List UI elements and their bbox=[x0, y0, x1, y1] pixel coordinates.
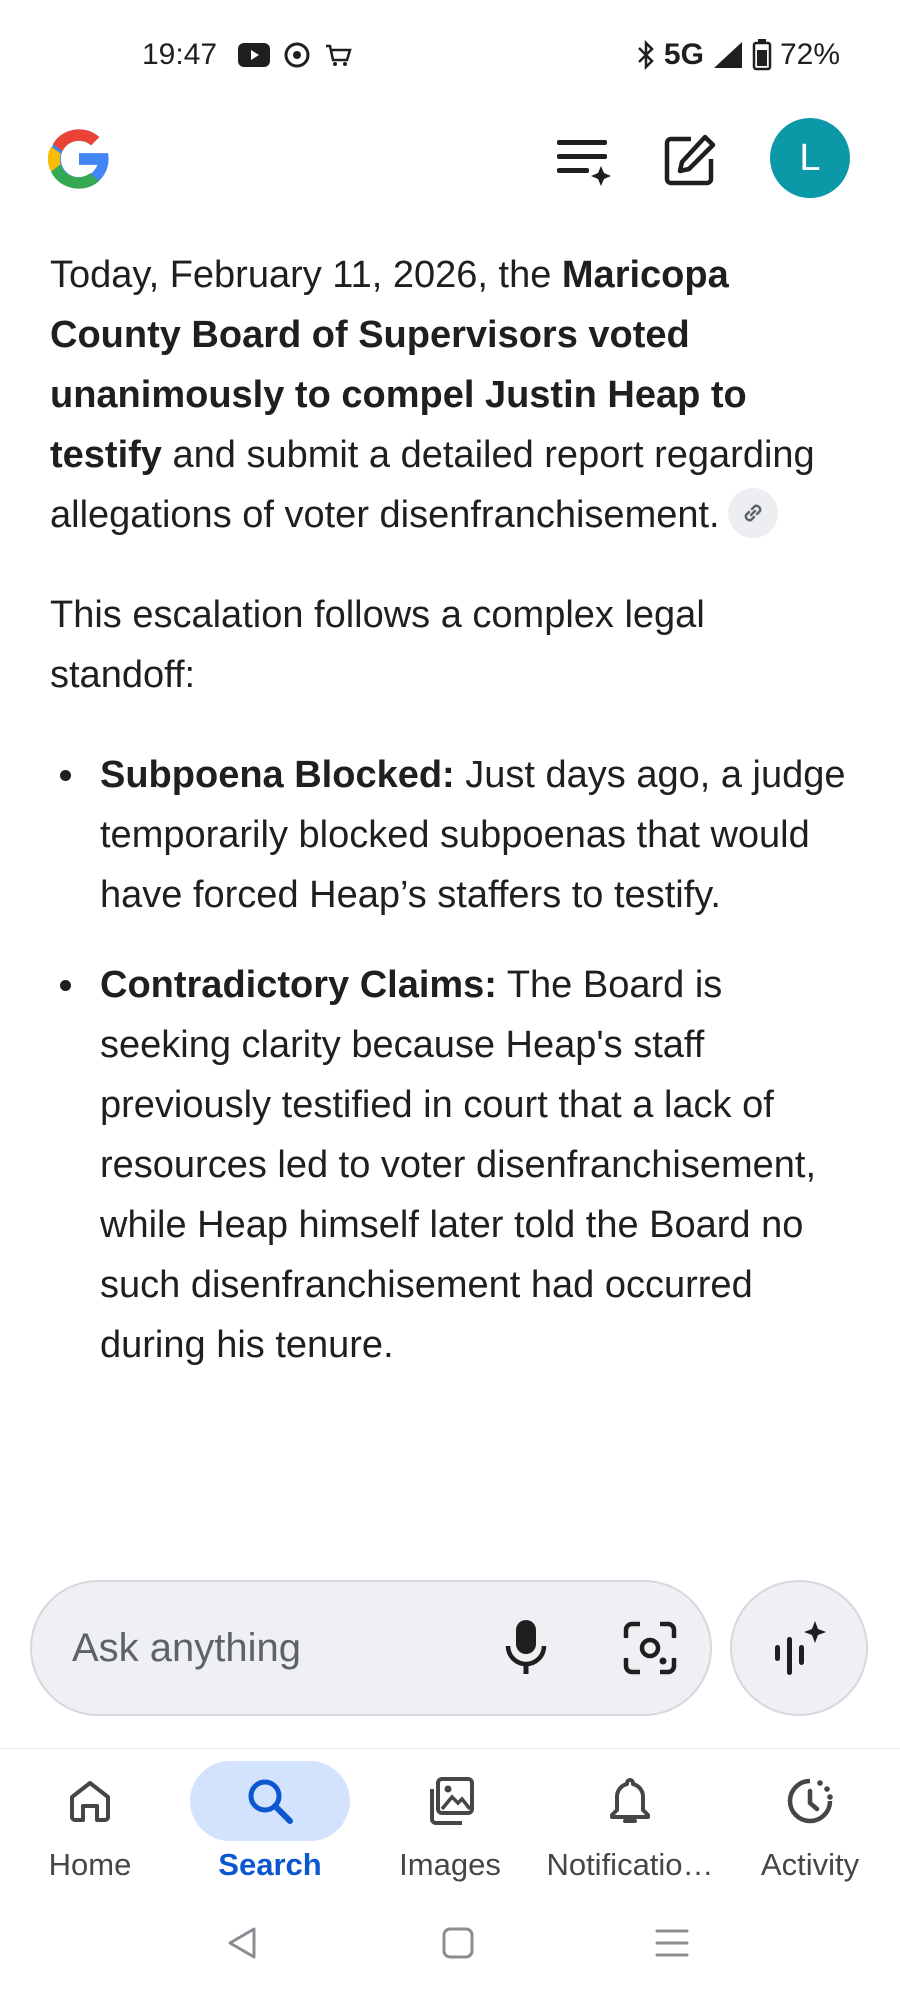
avatar[interactable]: L bbox=[770, 118, 850, 198]
network-type: 5G bbox=[663, 38, 704, 71]
images-icon bbox=[430, 1777, 474, 1825]
edit-icon bbox=[664, 134, 716, 186]
ask-placeholder: Ask anything bbox=[72, 1626, 302, 1670]
app-bar: L bbox=[0, 110, 900, 210]
ai-response: Today, February 11, 2026, the Maricopa C… bbox=[50, 245, 850, 1405]
google-logo-icon[interactable] bbox=[40, 120, 118, 198]
home-icon bbox=[70, 1781, 110, 1822]
nav-item-home[interactable]: Home bbox=[0, 1749, 180, 1883]
voice-search-button[interactable] bbox=[502, 1616, 550, 1685]
signal-icon bbox=[713, 42, 742, 68]
youtube-icon bbox=[238, 43, 270, 67]
nav-icon-wrap bbox=[10, 1761, 170, 1841]
notification-icons bbox=[238, 42, 352, 68]
queue-sparkle-button[interactable] bbox=[552, 128, 616, 192]
link-icon bbox=[744, 504, 762, 522]
nav-label-activity: Activity bbox=[760, 1847, 860, 1882]
sparkle-voice-icon bbox=[775, 1621, 826, 1675]
nav-label-home: Home bbox=[48, 1847, 132, 1882]
nav-item-notifications[interactable]: Notificatio… bbox=[540, 1749, 720, 1883]
nav-item-images[interactable]: Images bbox=[360, 1749, 540, 1883]
nav-item-search[interactable]: Search bbox=[180, 1749, 360, 1883]
ask-input[interactable]: Ask anything bbox=[30, 1580, 712, 1716]
bullet-dot bbox=[60, 770, 71, 781]
status-time: 19:47 bbox=[142, 38, 218, 71]
bullet-title: Subpoena Blocked: bbox=[100, 754, 455, 796]
nav-icon-wrap bbox=[190, 1761, 350, 1841]
summary-paragraph: Today, February 11, 2026, the Maricopa C… bbox=[50, 245, 850, 545]
list-item: Subpoena Blocked: Just days ago, a judge… bbox=[50, 745, 850, 925]
bottom-nav: Home Search Images Notificatio… Activity bbox=[0, 1748, 900, 1899]
intro-paragraph: This escalation follows a complex legal … bbox=[50, 594, 705, 696]
summary-text-end: and submit a detailed report regarding a… bbox=[50, 434, 815, 536]
bullet-dot bbox=[60, 980, 71, 991]
bullet-list: Subpoena Blocked: Just days ago, a judge… bbox=[50, 745, 850, 1375]
nav-icon-wrap bbox=[730, 1761, 890, 1841]
nav-label-search: Search bbox=[218, 1847, 322, 1882]
lens-icon bbox=[623, 1621, 677, 1675]
list-sparkle-icon bbox=[557, 140, 611, 186]
avatar-letter: L bbox=[799, 136, 821, 179]
source-link-button[interactable] bbox=[727, 487, 778, 538]
recents-button[interactable] bbox=[654, 1925, 690, 1966]
microphone-icon bbox=[505, 1620, 547, 1674]
bluetooth-icon bbox=[638, 40, 654, 70]
nav-item-activity[interactable]: Activity bbox=[720, 1749, 900, 1883]
summary-text-start: Today, February 11, 2026, the bbox=[50, 254, 562, 296]
ai-mode-button[interactable] bbox=[730, 1580, 868, 1716]
status-right: 5G 72% bbox=[636, 38, 840, 72]
square-icon bbox=[442, 1927, 474, 1959]
battery-percent: 72% bbox=[779, 38, 840, 71]
camera-app-icon bbox=[284, 42, 310, 68]
search-icon bbox=[248, 1779, 293, 1824]
nav-label-images: Images bbox=[399, 1847, 501, 1882]
bullet-title: Contradictory Claims: bbox=[100, 964, 497, 1006]
nav-icon-wrap bbox=[550, 1761, 710, 1841]
cart-icon bbox=[326, 44, 352, 66]
battery-icon bbox=[752, 39, 772, 71]
bell-icon bbox=[610, 1778, 650, 1823]
home-system-button[interactable] bbox=[440, 1925, 476, 1966]
bullet-text: The Board is seeking clarity because Hea… bbox=[100, 964, 817, 1366]
lens-button[interactable] bbox=[622, 1620, 678, 1681]
back-icon bbox=[228, 1927, 256, 1959]
new-chat-button[interactable] bbox=[658, 128, 722, 192]
status-bar: 19:47 5G 72% bbox=[0, 0, 900, 120]
nav-icon-wrap bbox=[370, 1761, 530, 1841]
menu-icon bbox=[655, 1929, 689, 1957]
back-button[interactable] bbox=[224, 1925, 260, 1966]
list-item: Contradictory Claims: The Board is seeki… bbox=[50, 955, 850, 1375]
system-nav-bar bbox=[0, 1915, 900, 1975]
nav-label-notifications: Notificatio… bbox=[546, 1847, 714, 1882]
activity-icon bbox=[787, 1778, 833, 1824]
